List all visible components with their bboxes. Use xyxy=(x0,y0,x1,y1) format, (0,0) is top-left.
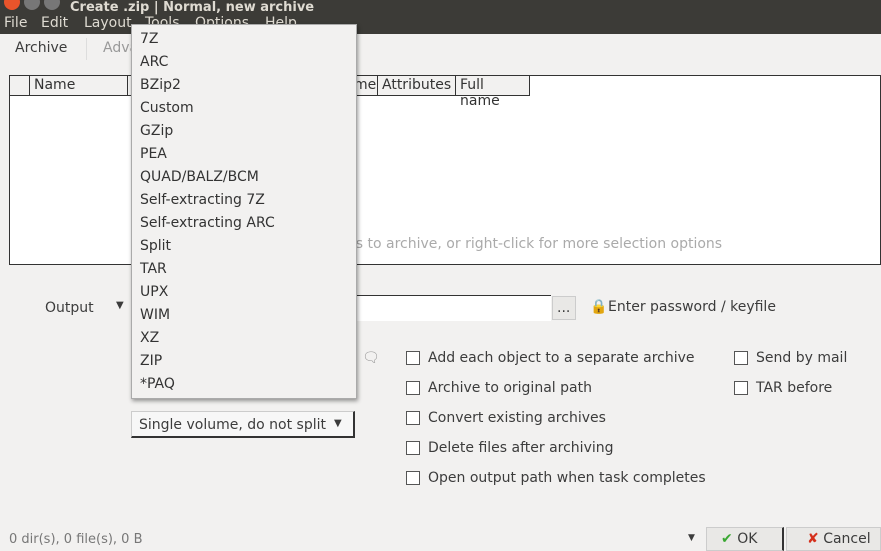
menu-file[interactable]: File xyxy=(4,15,27,31)
format-option[interactable]: BZip2 xyxy=(132,74,356,97)
format-option[interactable]: ZIP xyxy=(132,350,356,373)
checkbox-original-path[interactable] xyxy=(406,381,420,395)
x-icon: ✘ xyxy=(807,531,819,547)
status-text: 0 dir(s), 0 file(s), 0 B xyxy=(9,532,143,547)
checkbox-delete[interactable] xyxy=(406,441,420,455)
menu-layout[interactable]: Layout xyxy=(84,15,132,31)
check-icon: ✔ xyxy=(721,531,733,547)
chevron-down-icon: ▼ xyxy=(334,418,342,429)
label-delete: Delete files after archiving xyxy=(428,440,614,456)
output-label: Output xyxy=(45,300,94,316)
format-option[interactable]: *PAQ xyxy=(132,373,356,396)
column-select[interactable] xyxy=(10,76,30,96)
label-convert: Convert existing archives xyxy=(428,410,606,426)
format-option[interactable]: PEA xyxy=(132,143,356,166)
format-option[interactable]: Self-extracting 7Z xyxy=(132,189,356,212)
lock-icon: 🔒 xyxy=(590,299,608,315)
format-option[interactable]: Split xyxy=(132,235,356,258)
title-bar: Create .zip | Normal, new archive xyxy=(0,0,881,15)
split-select[interactable]: Single volume, do not split ▼ xyxy=(131,411,355,438)
format-option[interactable]: TAR xyxy=(132,258,356,281)
column-full-name[interactable]: Full name xyxy=(456,76,530,109)
browse-button[interactable]: ... xyxy=(552,296,576,320)
label-open-output: Open output path when task completes xyxy=(428,470,706,486)
tab-divider xyxy=(86,38,87,60)
format-option[interactable]: ARC xyxy=(132,51,356,74)
column-name[interactable]: Name xyxy=(30,76,128,96)
cancel-label: Cancel xyxy=(823,531,871,547)
split-value: Single volume, do not split xyxy=(139,417,326,433)
format-option[interactable]: Custom xyxy=(132,97,356,120)
tab-archive[interactable]: Archive xyxy=(15,40,67,56)
format-dropdown-menu[interactable]: 7Z ARC BZip2 Custom GZip PEA QUAD/BALZ/BCM Self… xyxy=(131,24,357,399)
label-separate-archive: Add each object to a separate archive xyxy=(428,350,695,366)
column-attributes[interactable]: Attributes xyxy=(378,76,456,96)
window-title: Create .zip | Normal, new archive xyxy=(70,0,315,15)
output-dropdown-icon[interactable]: ▼ xyxy=(116,300,124,311)
checkbox-open-output[interactable] xyxy=(406,471,420,485)
checkbox-send-mail[interactable] xyxy=(734,351,748,365)
empty-hint: rs to archive, or right-click for more s… xyxy=(350,236,723,252)
format-option[interactable]: GZip xyxy=(132,120,356,143)
label-original-path: Archive to original path xyxy=(428,380,592,396)
cancel-button[interactable]: ✘ Cancel xyxy=(786,527,881,551)
label-tar-before: TAR before xyxy=(756,380,833,396)
maximize-window-button[interactable] xyxy=(44,0,60,10)
format-option[interactable]: XZ xyxy=(132,327,356,350)
ok-label: OK xyxy=(737,531,758,547)
checkbox-convert[interactable] xyxy=(406,411,420,425)
menu-edit[interactable]: Edit xyxy=(41,15,68,31)
minimize-window-button[interactable] xyxy=(24,0,40,10)
format-option[interactable]: 7Z xyxy=(132,28,356,51)
label-send-mail: Send by mail xyxy=(756,350,848,366)
checkbox-tar-before[interactable] xyxy=(734,381,748,395)
output-path-input[interactable] xyxy=(355,295,551,321)
checkbox-separate-archive[interactable] xyxy=(406,351,420,365)
ok-dropdown-icon[interactable]: ▼ xyxy=(688,533,695,543)
password-link[interactable]: Enter password / keyfile xyxy=(608,299,776,315)
close-window-button[interactable] xyxy=(4,0,20,10)
comment-icon[interactable]: 🗨 xyxy=(362,350,380,366)
ok-button[interactable]: ✔ OK xyxy=(706,527,784,551)
format-option[interactable]: WIM xyxy=(132,304,356,327)
format-option[interactable]: Self-extracting ARC xyxy=(132,212,356,235)
format-option[interactable]: UPX xyxy=(132,281,356,304)
format-option[interactable]: QUAD/BALZ/BCM xyxy=(132,166,356,189)
